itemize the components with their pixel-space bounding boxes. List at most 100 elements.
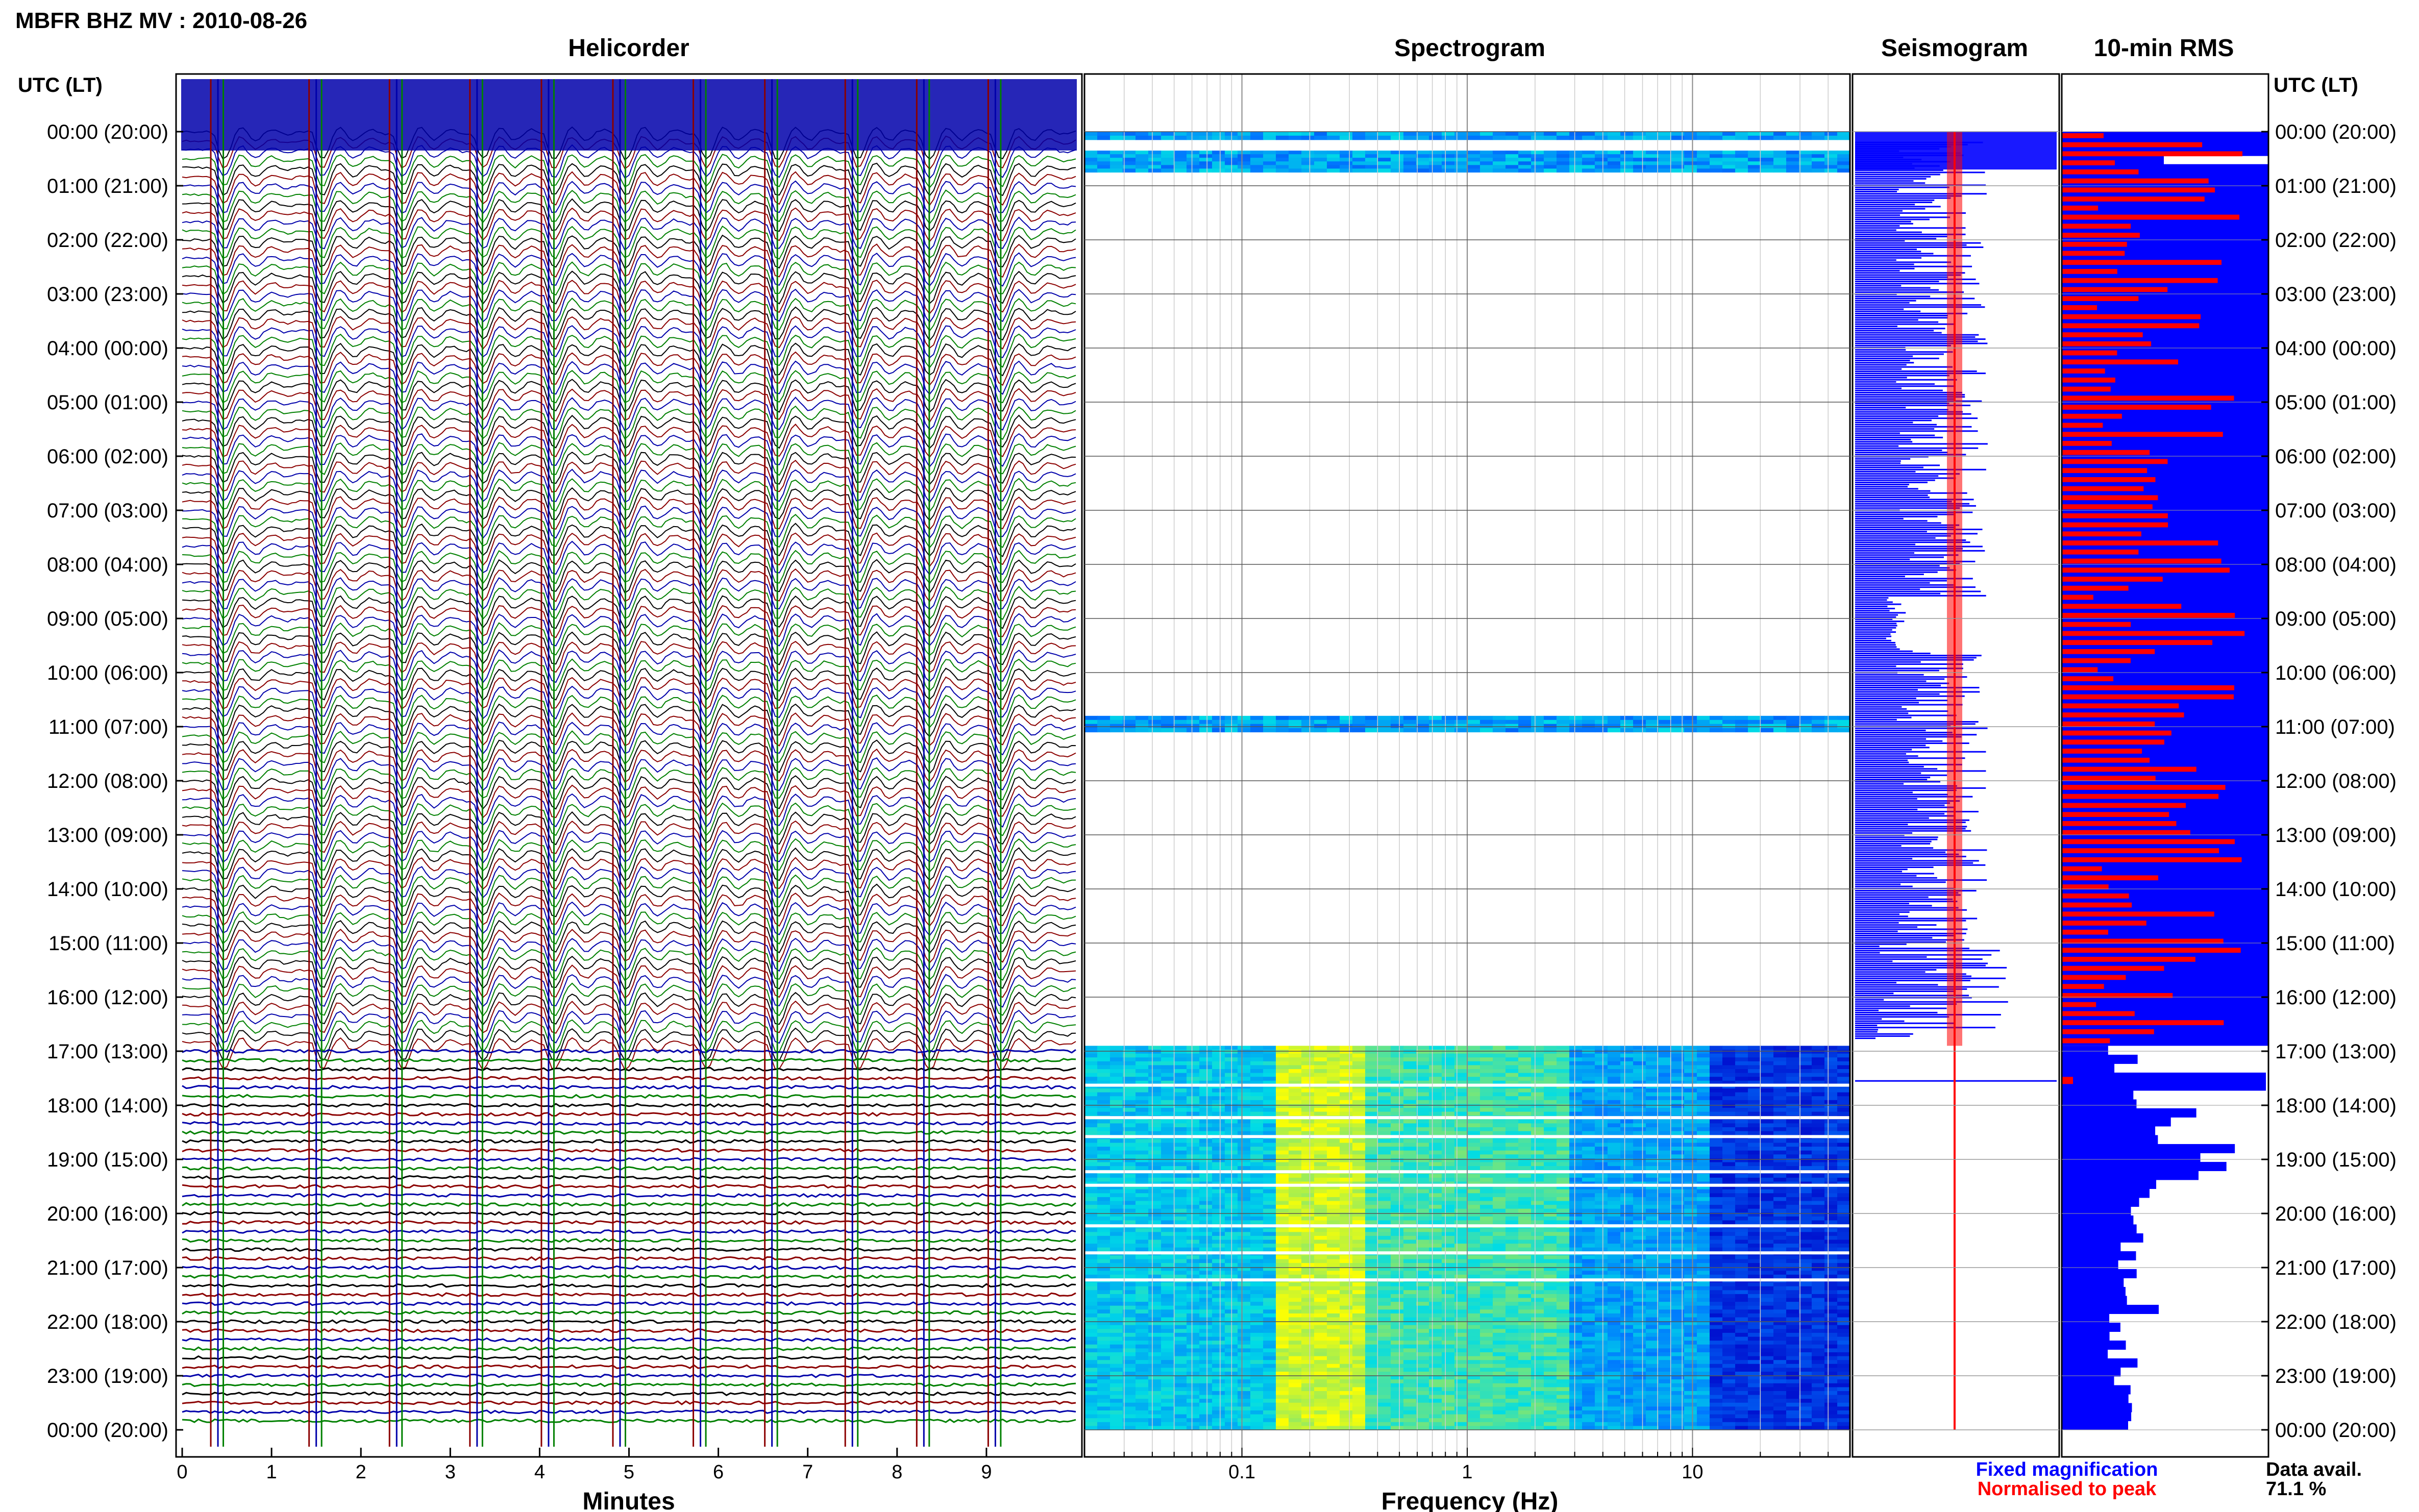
spectrogram-cell [1582,1290,1595,1295]
spectrogram-cell [1518,1282,1532,1287]
spectrogram-cell [1812,1158,1825,1163]
spectrogram-cell [1250,715,1264,721]
spectrogram-cell [1123,1069,1136,1074]
spectrogram-cell [1722,1111,1736,1116]
spectrogram-cell [1403,1057,1417,1062]
spectrogram-cell [1557,1096,1570,1101]
spectrogram-cell [1799,1205,1812,1209]
spectrogram-cell [1544,1061,1557,1065]
spectrogram-cell [1786,1158,1799,1163]
spectrogram-cell [1633,1247,1646,1252]
spectrogram-cell [1722,1208,1736,1213]
spectrogram-cell [1084,1220,1098,1225]
spectrogram-cell [1174,1197,1187,1202]
spectrogram-cell [1544,1150,1557,1155]
spectrogram-cell [1633,154,1646,158]
spectrogram-cell [1467,1127,1480,1132]
spectrogram-cell [1212,1255,1225,1260]
spectrogram-cell [1340,1065,1353,1070]
spectrogram-cell [1761,1061,1774,1065]
spectrogram-cell [1837,1073,1850,1077]
spectrogram-cell [1608,728,1621,733]
spectrogram-cell [1557,1057,1570,1062]
spectrogram-cell [1595,1286,1608,1291]
spectrogram-cell [1620,1127,1634,1132]
spectrogram-cell [1161,1069,1174,1074]
spectrogram-cell [1735,1177,1748,1182]
spectrogram-cell [1518,135,1532,140]
spectrogram-cell [1199,135,1213,140]
spectrogram-cell [1480,1247,1493,1252]
spectrogram-cell [1646,1069,1659,1074]
spectrogram-cell [1327,154,1340,158]
spectrogram-cell [1786,151,1799,155]
spectrogram-cell [1161,1065,1174,1070]
spectrogram-cell [1518,1053,1532,1058]
spectrogram-cell [1659,1061,1672,1065]
spectrogram-cell [1391,720,1404,725]
spectrogram-cell [1505,1177,1519,1182]
spectrogram-cell [1212,1061,1225,1065]
spectrogram-cell [1837,1174,1850,1178]
spectrogram-cell [1263,715,1276,721]
spectrogram-cell [1786,1205,1799,1209]
spectrogram-cell [1187,1147,1200,1151]
spectrogram-cell [1416,1100,1429,1104]
spectrogram-cell [1518,1290,1532,1295]
spectrogram-cell [1467,151,1480,155]
spectrogram-cell [1824,1123,1838,1128]
spectrogram-cell [1595,1158,1608,1163]
spectrogram-cell [1544,1174,1557,1178]
spectrogram-cell [1148,1205,1162,1209]
spectrogram-cell [1620,1150,1634,1155]
spectrogram-cell [1595,1205,1608,1209]
spectrogram-cell [1646,1100,1659,1104]
spectrogram-cell [1352,1244,1366,1248]
spectrogram-cell [1403,1069,1417,1074]
spectrogram-cell [1148,132,1162,136]
spectrogram-cell [1314,720,1327,725]
spectrogram-cell [1735,1189,1748,1194]
spectrogram-cell [1493,1193,1506,1198]
spectrogram-cell [1429,1143,1442,1147]
spectrogram-cell [1327,132,1340,136]
spectrogram-cell [1161,1046,1174,1050]
spectrogram-cell [1761,1294,1774,1299]
spectrogram-cell [1493,1123,1506,1128]
spectrogram-cell [1773,1158,1787,1163]
spectrogram-cell [1136,1290,1149,1295]
spectrogram-cell [1659,728,1672,733]
spectrogram-cell [1773,1123,1787,1128]
spectrogram-cell [1416,1096,1429,1101]
spectrogram-cell [1212,1274,1225,1279]
spectrogram-cell [1391,168,1404,173]
spectrogram-cell [1646,161,1659,165]
spectrogram-cell [1429,1092,1442,1097]
spectrogram-cell [1161,1104,1174,1108]
spectrogram-cell [1608,151,1621,155]
spectrogram-cell [1748,151,1761,155]
spectrogram-cell [1391,165,1404,169]
spectrogram-cell [1710,1123,1723,1128]
spectrogram-cell [1314,1177,1327,1182]
spectrogram-cell [1518,1123,1532,1128]
spectrogram-cell [1365,1096,1378,1101]
spectrogram-cell [1773,724,1787,729]
spectrogram-cell [1238,1046,1251,1050]
spectrogram-cell [1123,1077,1136,1081]
spectrogram-cell [1518,1119,1532,1124]
spectrogram-cell [1646,1057,1659,1062]
spectrogram-cell [1378,1119,1391,1124]
spectrogram-cell [1748,1077,1761,1081]
spectrogram-cell [1480,1123,1493,1128]
spectrogram-cell [1582,1189,1595,1194]
spectrogram-cell [1518,1240,1532,1244]
spectrogram-cell [1429,1216,1442,1221]
spectrogram-cell [1429,1108,1442,1112]
spectrogram-cell [1352,1177,1366,1182]
spectrogram-cell [1084,1057,1098,1062]
spectrogram-cell [1557,1189,1570,1194]
spectrogram-cell [1812,132,1825,136]
spectrogram-cell [1263,1193,1276,1198]
spectrogram-cell [1633,1240,1646,1244]
